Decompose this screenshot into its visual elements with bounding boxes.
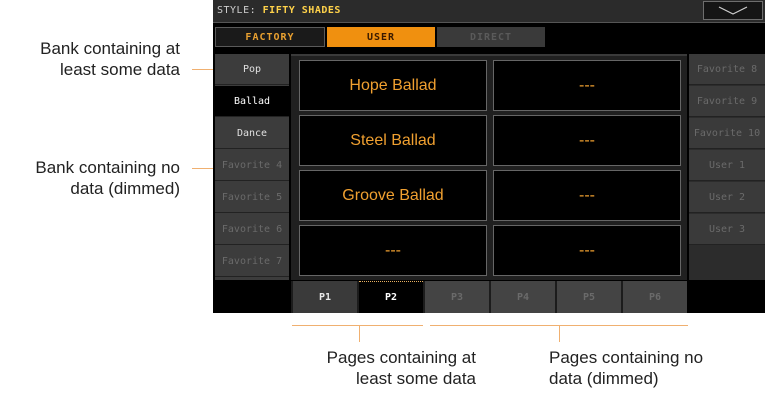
bank-dance[interactable]: Dance: [215, 118, 289, 149]
left-bank-column: Pop Ballad Dance Favorite 4 Favorite 5 F…: [215, 54, 289, 280]
bracket-tick: [559, 326, 560, 342]
bank-favorite-9[interactable]: Favorite 9: [689, 86, 765, 117]
style-prefix: STYLE:: [217, 5, 257, 16]
callout-line-2: data (dimmed): [70, 179, 180, 198]
callout-connector: [192, 69, 215, 70]
callout-line-2: data (dimmed): [549, 369, 659, 388]
bracket-tick: [359, 326, 360, 342]
slot-2-1[interactable]: Steel Ballad: [299, 115, 487, 166]
slot-4-2[interactable]: ---: [493, 225, 681, 276]
callout-line-2: least some data: [59, 60, 180, 79]
callout-line-1: Pages containing at: [326, 348, 476, 367]
page-tabs: P1 P2 P3 P4 P5 P6: [291, 281, 687, 313]
slot-2-2[interactable]: ---: [493, 115, 681, 166]
page-p4[interactable]: P4: [491, 281, 555, 313]
menu-dropdown-button[interactable]: [703, 1, 763, 20]
page-p6[interactable]: P6: [623, 281, 687, 313]
callout-line-1: Pages containing no: [549, 348, 704, 367]
bank-user-1[interactable]: User 1: [689, 150, 765, 181]
callout-bank-with-data: Bank containing at least some data: [10, 38, 180, 80]
bank-favorite-7[interactable]: Favorite 7: [215, 246, 289, 277]
slot-1-2[interactable]: ---: [493, 60, 681, 111]
bank-favorite-10[interactable]: Favorite 10: [689, 118, 765, 149]
bank-favorite-4[interactable]: Favorite 4: [215, 150, 289, 181]
bank-user-3[interactable]: User 3: [689, 214, 765, 245]
page-p3[interactable]: P3: [425, 281, 489, 313]
title-bar: STYLE: FIFTY SHADES: [213, 0, 765, 23]
tab-direct: DIRECT: [437, 27, 545, 47]
right-bank-column: Favorite 8 Favorite 9 Favorite 10 User 1…: [689, 54, 765, 280]
chevron-down-icon: [718, 6, 748, 15]
callout-bank-no-data: Bank containing no data (dimmed): [0, 157, 180, 199]
bank-favorite-5[interactable]: Favorite 5: [215, 182, 289, 213]
callout-pages-with-data: Pages containing at least some data: [286, 347, 476, 389]
callout-pages-no-data: Pages containing no data (dimmed): [549, 347, 749, 389]
bank-pop[interactable]: Pop: [215, 54, 289, 85]
tab-user[interactable]: USER: [327, 27, 435, 47]
bank-favorite-6[interactable]: Favorite 6: [215, 214, 289, 245]
slot-3-2[interactable]: ---: [493, 170, 681, 221]
callout-connector: [192, 168, 215, 169]
page-p1[interactable]: P1: [293, 281, 357, 313]
bank-user-2[interactable]: User 2: [689, 182, 765, 213]
bracket-pages-with-data: [292, 325, 423, 326]
callout-line-1: Bank containing no: [35, 158, 180, 177]
style-title: STYLE: FIFTY SHADES: [217, 5, 341, 16]
slot-3-1[interactable]: Groove Ballad: [299, 170, 487, 221]
page-p2[interactable]: P2: [359, 281, 423, 313]
slot-1-1[interactable]: Hope Ballad: [299, 60, 487, 111]
tab-factory[interactable]: FACTORY: [215, 27, 325, 47]
callout-line-1: Bank containing at: [40, 39, 180, 58]
bank-favorite-8[interactable]: Favorite 8: [689, 54, 765, 85]
style-select-screen: STYLE: FIFTY SHADES FACTORY USER DIRECT …: [213, 0, 765, 313]
bank-ballad[interactable]: Ballad: [215, 86, 289, 117]
callout-line-2: least some data: [355, 369, 476, 388]
style-name: FIFTY SHADES: [262, 5, 341, 16]
style-slot-grid: Hope Ballad --- Steel Ballad --- Groove …: [291, 54, 687, 280]
slot-4-1[interactable]: ---: [299, 225, 487, 276]
page-p5[interactable]: P5: [557, 281, 621, 313]
